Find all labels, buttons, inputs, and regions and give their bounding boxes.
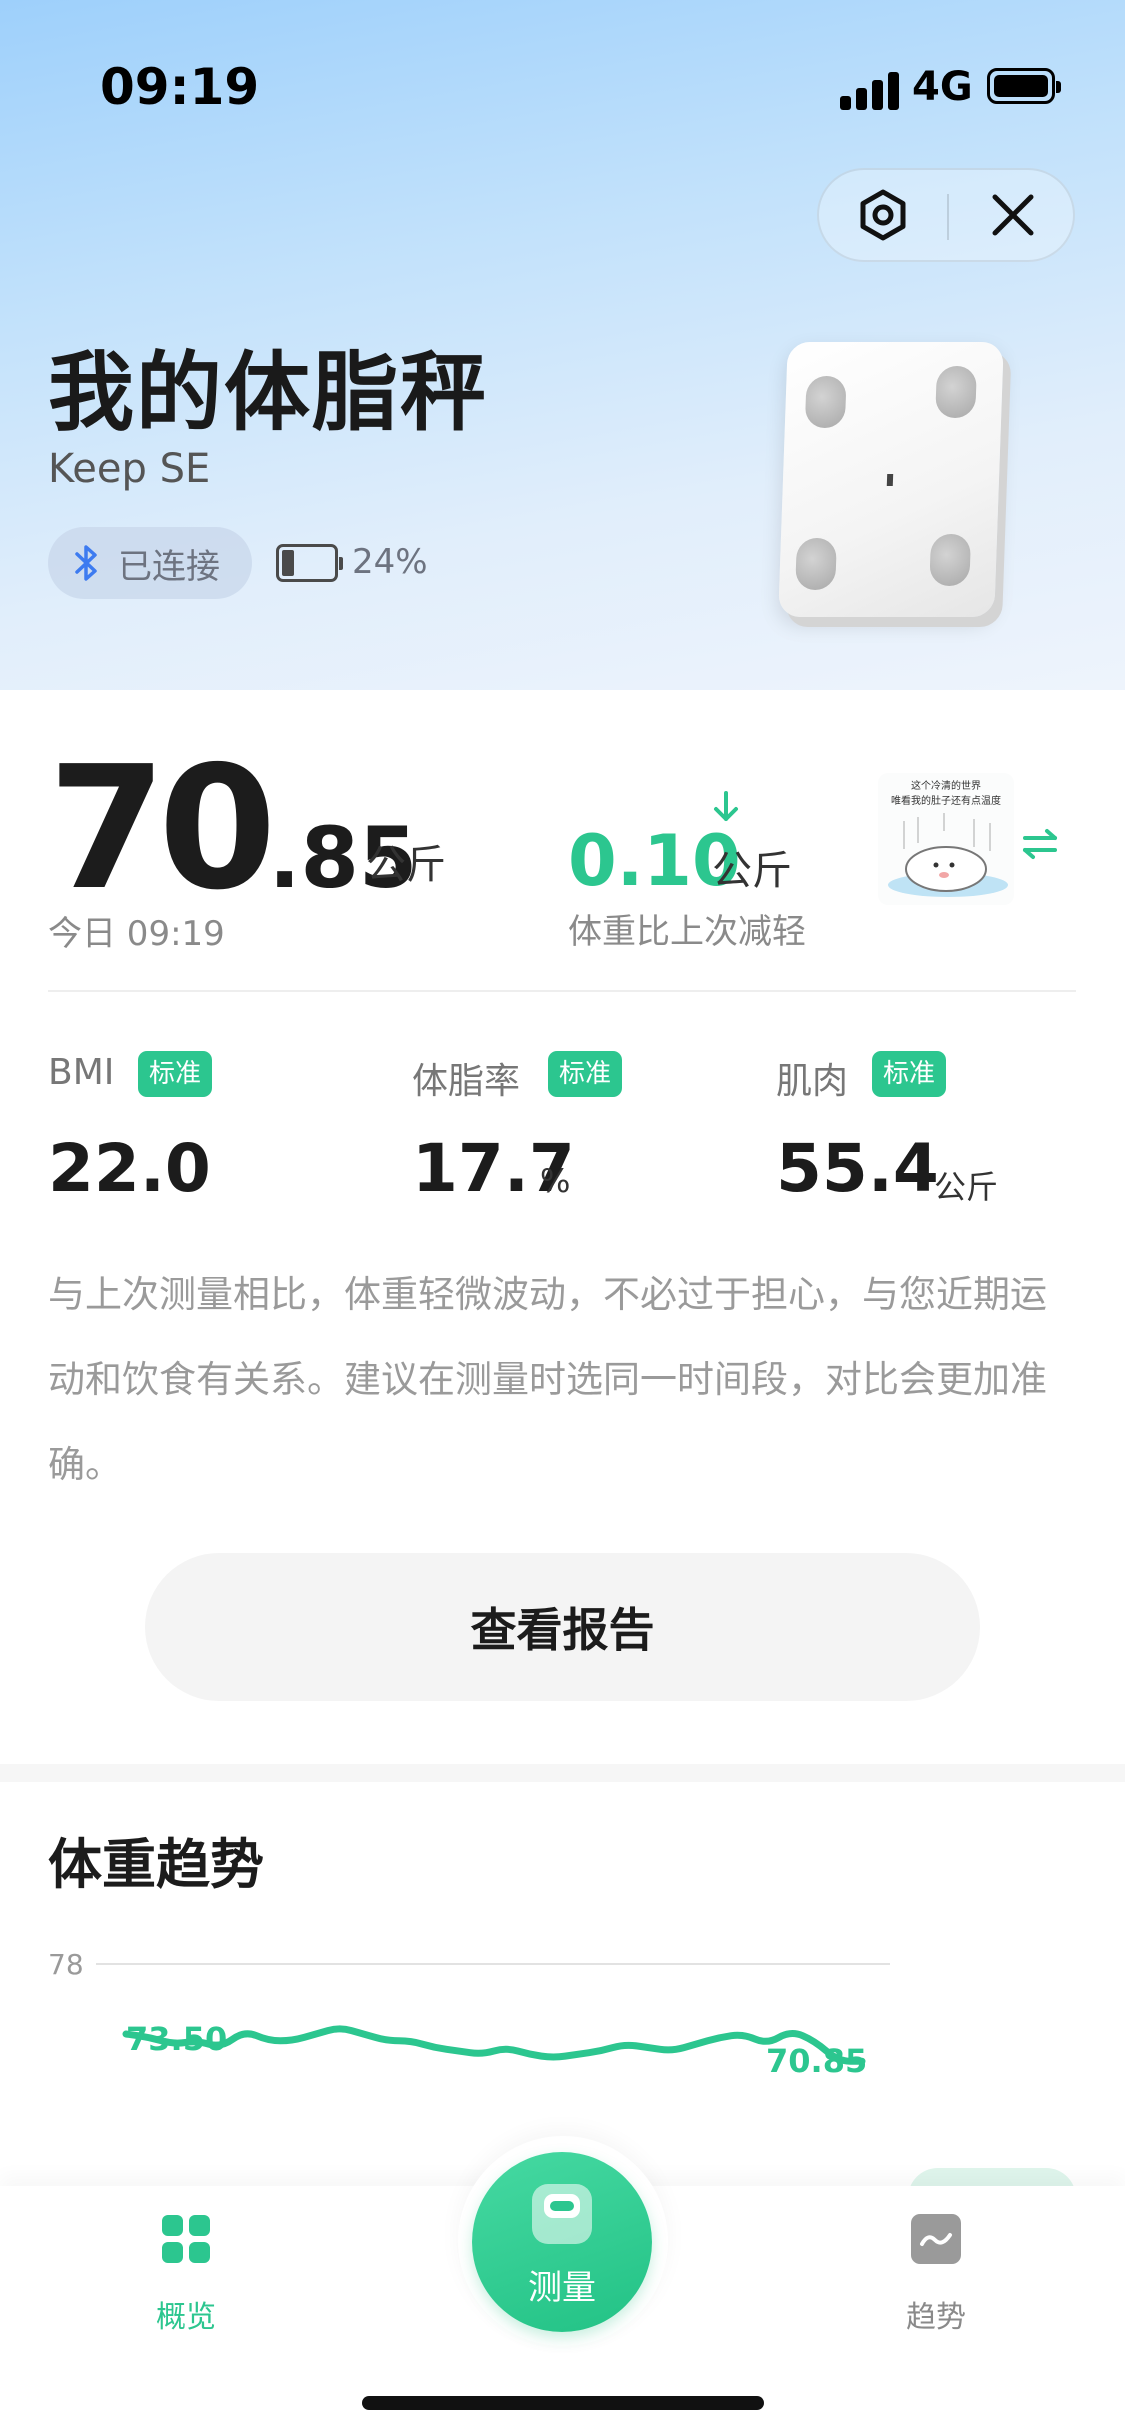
weight-change-unit: 公斤: [712, 848, 792, 894]
home-indicator: [362, 2396, 764, 2410]
connection-label: 已连接: [118, 546, 220, 587]
scale-electrode: [935, 366, 977, 418]
metric-body-fat-badge: 标准: [548, 1051, 623, 1097]
trend-icon: [911, 2214, 961, 2264]
weight-integer: 70: [48, 730, 277, 928]
metric-bmi-badge: 标准: [138, 1051, 213, 1097]
section-divider: [48, 990, 1076, 992]
app-page: 09:19 4G 我的体脂秤 Keep SE 已连接 24% 70.85 公斤 …: [0, 0, 1125, 2436]
tab-overview-label: 概览: [156, 2300, 216, 2335]
device-battery-icon: [276, 544, 343, 582]
scale-device-image: [778, 342, 1004, 617]
gear-icon: [860, 189, 906, 241]
metric-muscle-label: 肌肉: [776, 1061, 849, 1102]
y-tick-label: 78: [48, 1948, 84, 1981]
weight-unit: 公斤: [366, 842, 446, 888]
close-icon: [992, 194, 1034, 236]
start-value-label: 73.50: [126, 2020, 227, 2058]
weight-trend-chart: 78 73.50 70.85: [48, 1948, 890, 2080]
trend-series: [122, 2025, 866, 2065]
mood-sticker-image: 这个冷清的世界 唯看我的肚子还有点温度: [878, 773, 1014, 905]
weight-change-note: 体重比上次减轻: [568, 912, 806, 952]
device-battery-fill: [282, 550, 294, 576]
end-value-label: 70.85: [766, 2042, 867, 2080]
section-gap: [0, 1764, 1125, 1782]
mini-program-capsule: [817, 168, 1075, 262]
grid-icon: [162, 2215, 210, 2263]
metric-muscle-badge: 标准: [872, 1051, 947, 1097]
switch-arrows-icon[interactable]: [1020, 826, 1060, 862]
measure-label: 测量: [528, 2268, 596, 2308]
sticker-caption-line1: 这个冷清的世界: [911, 781, 981, 792]
settings-button[interactable]: [819, 170, 947, 260]
cellular-signal-icon: [840, 70, 900, 110]
status-battery-icon: [987, 68, 1061, 104]
metric-muscle-unit: 公斤: [934, 1168, 999, 1206]
status-time: 09:19: [100, 58, 260, 116]
page-title: 我的体脂秤: [48, 343, 488, 443]
tab-trend[interactable]: 趋势: [856, 2214, 1016, 2335]
device-model: Keep SE: [48, 446, 211, 492]
scale-electrode: [929, 534, 972, 586]
tab-overview[interactable]: 概览: [106, 2214, 266, 2335]
bluetooth-icon: [75, 545, 97, 581]
scale-electrode: [795, 538, 837, 590]
analysis-description: 与上次测量相比，体重轻微波动，不必过于担心，与您近期运动和饮食有关系。建议在测量…: [48, 1273, 1047, 1486]
sticker-caption-line2: 唯看我的肚子还有点温度: [891, 796, 1001, 807]
metric-bmi-label: BMI: [48, 1052, 115, 1093]
connection-status-chip: 已连接: [48, 527, 252, 599]
measure-button[interactable]: 测量: [472, 2152, 652, 2332]
tab-trend-label: 趋势: [906, 2300, 966, 2335]
measure-timestamp: 今日 09:19: [48, 914, 225, 954]
metric-muscle-value: 55.4: [776, 1130, 939, 1207]
metric-bmi-value: 22.0: [48, 1130, 211, 1207]
scale-icon: [532, 2184, 592, 2244]
close-button[interactable]: [949, 170, 1077, 260]
device-battery-percent: 24%: [352, 542, 428, 582]
metric-body-fat-unit: %: [540, 1162, 571, 1200]
view-report-button[interactable]: 查看报告: [145, 1553, 980, 1701]
trend-title: 体重趋势: [48, 1833, 264, 1896]
trend-line: [122, 2025, 866, 2065]
header-banner: 09:19 4G 我的体脂秤 Keep SE 已连接 24%: [0, 0, 1125, 690]
arrow-down-icon: [714, 791, 738, 821]
scale-logo: [886, 474, 894, 486]
network-type: 4G: [912, 64, 973, 110]
scale-electrode: [804, 376, 847, 428]
metric-body-fat-label: 体脂率: [412, 1061, 521, 1102]
current-weight: 70.85: [48, 730, 417, 928]
